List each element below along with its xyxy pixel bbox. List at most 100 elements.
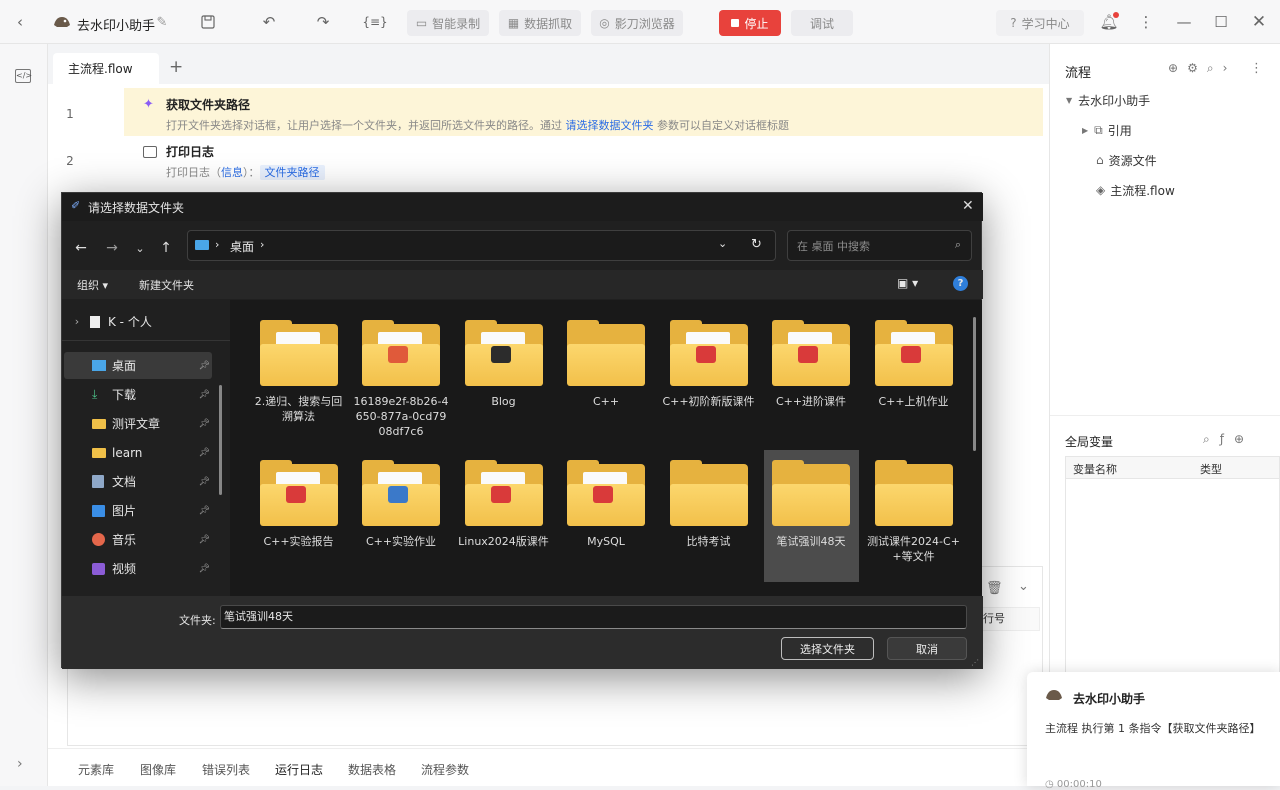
- pin-icon[interactable]: 📌︎: [199, 477, 210, 487]
- forward-arrow-icon[interactable]: →: [102, 240, 122, 256]
- back-arrow-icon[interactable]: ←: [71, 240, 91, 256]
- nav-pictures[interactable]: 图片 📌︎: [64, 497, 212, 524]
- param-link[interactable]: 请选择数据文件夹: [566, 119, 654, 132]
- refresh-icon[interactable]: ↻: [751, 237, 762, 252]
- pin-icon[interactable]: 📌︎: [199, 390, 210, 400]
- add-icon[interactable]: ⊕: [1234, 432, 1254, 446]
- data-capture-button[interactable]: ▦ 数据抓取: [499, 10, 581, 36]
- step-print-log[interactable]: 打印日志 打印日志（信息）： 文件夹路径: [166, 143, 1085, 180]
- pin-icon[interactable]: 📌︎: [199, 564, 210, 574]
- address-dropdown-icon[interactable]: ⌄: [718, 237, 727, 250]
- variable-tag[interactable]: 文件夹路径: [259, 165, 325, 180]
- folder-item[interactable]: C++进阶课件: [764, 310, 859, 442]
- tree-label: 去水印小助手: [1078, 93, 1151, 108]
- dialog-close-icon[interactable]: ✕: [962, 198, 974, 214]
- maximize-icon[interactable]: ☐: [1209, 10, 1233, 34]
- search-box[interactable]: 在 桌面 中搜索 ⌕: [787, 230, 972, 261]
- undo-icon[interactable]: ↶: [257, 10, 281, 34]
- tab-run-log[interactable]: 运行日志: [275, 761, 323, 778]
- folder-item[interactable]: 笔试强训48天: [763, 450, 859, 582]
- nav-documents[interactable]: 文档 📌︎: [64, 468, 212, 495]
- edit-title-icon[interactable]: ✎: [150, 10, 174, 34]
- recent-dropdown-icon[interactable]: ⌄: [130, 242, 150, 255]
- tab-elements[interactable]: 元素库: [78, 761, 114, 778]
- level-link[interactable]: 信息: [221, 166, 243, 179]
- help-icon[interactable]: ?: [953, 276, 968, 291]
- nav-personal[interactable]: › K - 个人: [64, 308, 212, 335]
- chevron-down-icon[interactable]: ⌄: [1018, 579, 1029, 594]
- folder-item[interactable]: 比特考试: [661, 450, 756, 582]
- folder-item[interactable]: Blog: [456, 310, 551, 442]
- close-icon[interactable]: ✕: [1247, 10, 1271, 34]
- minimize-icon[interactable]: —: [1172, 10, 1196, 34]
- nav-downloads[interactable]: ⤓ 下载 📌︎: [64, 381, 212, 408]
- folder-item[interactable]: 2.递归、搜索与回溯算法: [251, 310, 346, 442]
- content-scrollbar[interactable]: [973, 317, 976, 451]
- resize-grip-icon[interactable]: ⋰: [971, 658, 979, 667]
- function-icon[interactable]: ƒ: [1220, 432, 1234, 446]
- nav-articles[interactable]: 测评文章 📌︎: [64, 410, 212, 437]
- pin-icon[interactable]: 📌︎: [199, 448, 210, 458]
- organize-button[interactable]: 组织 ▾: [77, 277, 108, 293]
- address-bar[interactable]: › 桌面 › ⌄ ↻: [187, 230, 776, 261]
- stop-button[interactable]: 停止: [719, 10, 781, 36]
- folder-item[interactable]: C++: [559, 310, 654, 442]
- folder-item[interactable]: Linux2024版课件: [456, 450, 551, 582]
- up-arrow-icon[interactable]: ↑: [156, 240, 176, 256]
- select-folder-button[interactable]: 选择文件夹: [781, 637, 874, 660]
- folder-name-input[interactable]: 笔试强训48天: [220, 605, 967, 629]
- step-get-folder-path[interactable]: 获取文件夹路径 打开文件夹选择对话框，让用户选择一个文件夹，并返回所选文件夹的路…: [166, 96, 1085, 133]
- tab-main-flow[interactable]: 主流程.flow: [53, 53, 159, 84]
- learn-center-button[interactable]: ? 学习中心: [996, 10, 1084, 36]
- folder-item[interactable]: C++上机作业: [866, 310, 961, 442]
- debug-button[interactable]: 调试: [791, 10, 853, 36]
- tab-flow-params[interactable]: 流程参数: [421, 761, 469, 778]
- folder-item[interactable]: 测试课件2024-C++等文件: [866, 450, 961, 582]
- tree-item-resources[interactable]: ⌂ 资源文件: [1096, 145, 1157, 175]
- folder-item[interactable]: C++实验报告: [251, 450, 346, 582]
- breadcrumb-desktop[interactable]: 桌面: [230, 238, 254, 255]
- tab-images[interactable]: 图像库: [140, 761, 176, 778]
- tree-root[interactable]: ▼ 去水印小助手: [1066, 85, 1150, 115]
- search-icon[interactable]: ⌕: [1207, 61, 1223, 75]
- tab-data-table[interactable]: 数据表格: [348, 761, 396, 778]
- tree-item-main-flow[interactable]: ◈ 主流程.flow: [1096, 175, 1175, 205]
- new-folder-button[interactable]: 新建文件夹: [139, 277, 194, 293]
- nav-videos[interactable]: 视频 📌︎: [64, 555, 212, 582]
- variables-icon[interactable]: {≡}: [362, 10, 387, 34]
- expand-icon[interactable]: ›: [17, 756, 23, 772]
- more-vertical-icon[interactable]: ⋮: [1134, 10, 1158, 34]
- smart-record-button[interactable]: ▭ 智能录制: [407, 10, 489, 36]
- folder-item[interactable]: 16189e2f-8b26-4650-877a-0cd7908df7c6: [354, 310, 449, 442]
- redo-icon[interactable]: ↷: [311, 10, 335, 34]
- folder-item[interactable]: C++初阶新版课件: [661, 310, 756, 442]
- pin-icon[interactable]: 📌︎: [199, 535, 210, 545]
- nav-music[interactable]: 音乐 📌︎: [64, 526, 212, 553]
- pin-icon[interactable]: 📌︎: [199, 506, 210, 516]
- nav-learn[interactable]: learn 📌︎: [64, 439, 212, 466]
- tab-errors[interactable]: 错误列表: [202, 761, 250, 778]
- nav-desktop[interactable]: 桌面 📌︎: [64, 352, 212, 379]
- pin-icon[interactable]: 📌︎: [199, 361, 210, 371]
- nav-scrollbar[interactable]: [219, 385, 222, 495]
- settings-icon[interactable]: ⚙: [1187, 61, 1207, 75]
- folder-item[interactable]: MySQL: [559, 450, 654, 582]
- trash-icon[interactable]: 🗑︎: [986, 581, 1003, 596]
- back-icon[interactable]: ‹: [8, 10, 32, 34]
- pin-icon[interactable]: 📌︎: [199, 419, 210, 429]
- tree-item-references[interactable]: ▶ ⧉ 引用: [1082, 115, 1132, 145]
- add-flow-icon[interactable]: ⊕: [1168, 61, 1187, 75]
- collapse-icon[interactable]: ⋮: [1250, 61, 1263, 76]
- cancel-button[interactable]: 取消: [887, 637, 967, 660]
- code-icon[interactable]: </>: [15, 69, 32, 83]
- view-toggle-icon[interactable]: ▣ ▾: [897, 276, 918, 290]
- browser-button[interactable]: ◎ 影刀浏览器: [591, 10, 683, 36]
- chevron-right-icon[interactable]: ›: [1223, 61, 1237, 75]
- search-icon[interactable]: ⌕: [1203, 432, 1220, 446]
- notification-dot: [1113, 12, 1119, 18]
- save-icon[interactable]: [196, 10, 220, 34]
- add-tab-icon[interactable]: +: [169, 57, 183, 77]
- folder-item[interactable]: C++实验作业: [354, 450, 449, 582]
- globals-actions: ⌕ƒ⊕: [1203, 432, 1254, 447]
- bell-icon[interactable]: 🔔︎: [1097, 10, 1121, 34]
